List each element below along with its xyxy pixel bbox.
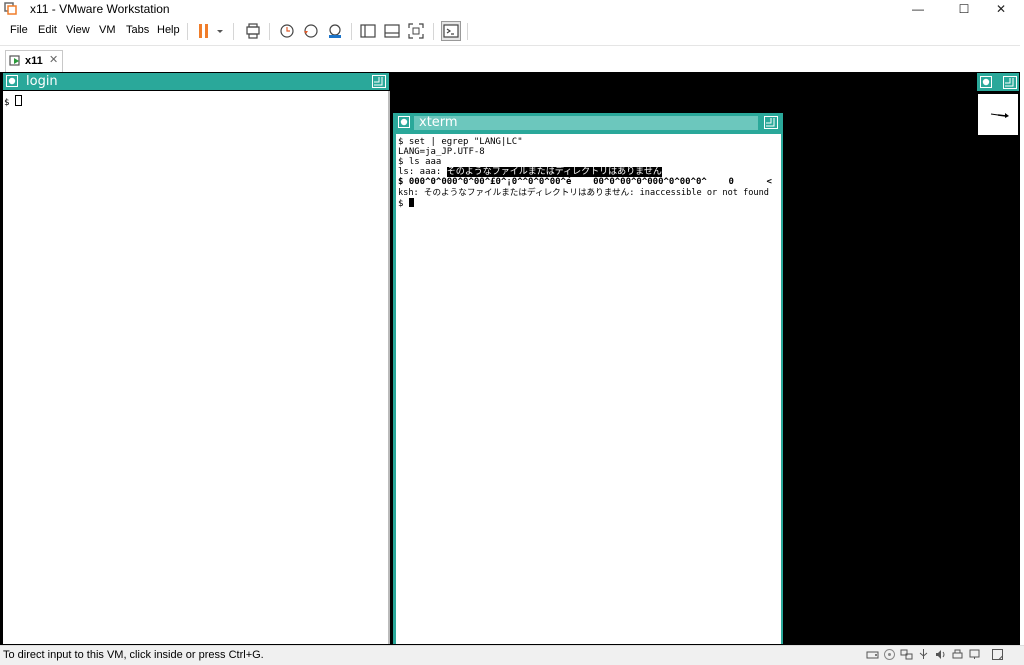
terminal-line: $ 000^0^000^0^00^£0^¡0^^0^0^00^é 00^0^00… [398,177,772,187]
xterm-terminal[interactable] [396,134,781,644]
window-title: x11 - VMware Workstation [30,2,170,16]
snapshot-manager-icon[interactable] [326,22,344,40]
menu-toolbar [0,18,1024,44]
terminal-line-error: ls: aaa: そのようなファイルまたはディレクトリはありません [398,167,662,177]
login-prompt: $ [4,95,22,108]
display-icon[interactable] [968,648,981,661]
tab-label: x11 [25,55,43,67]
tab-strip [0,45,1024,73]
selected-text: そのようなファイルまたはディレクトリはありません [446,167,662,177]
snapshot-icon[interactable] [278,22,296,40]
console-view-icon[interactable] [441,21,461,41]
sound-icon[interactable] [934,648,947,661]
menu-edit[interactable]: Edit [38,24,57,36]
menu-vm[interactable]: VM [99,24,116,36]
login-window-titlebar[interactable] [3,73,389,90]
close-icon[interactable]: ✕ [49,53,58,66]
maximize-icon[interactable] [372,75,386,88]
menu-help[interactable]: Help [157,24,180,36]
vm-tab-icon [9,55,20,66]
toolbar-divider [233,23,234,40]
cd-dvd-icon[interactable] [883,648,896,661]
terminal-cursor [14,95,22,106]
revert-snapshot-icon[interactable] [302,22,320,40]
menu-tabs[interactable]: Tabs [126,24,149,36]
terminal-line: $ set | egrep "LANG|LC" [398,137,523,147]
toolbar-divider [467,23,468,40]
close-button[interactable]: ✕ [978,0,1024,18]
terminal-text: ls: aaa: [398,167,447,177]
terminal-line: LANG=ja_JP.UTF-8 [398,147,485,157]
send-ctrl-alt-del-icon[interactable] [244,22,262,40]
thumbnail-bar-icon[interactable] [383,22,401,40]
toolbar-divider [187,23,188,40]
maximize-icon[interactable] [1003,76,1017,89]
library-icon[interactable] [359,22,377,40]
toolbar-divider [351,23,352,40]
minimize-button[interactable]: — [895,0,941,18]
xterm-titlebar[interactable] [414,116,758,130]
message-log-icon[interactable] [991,648,1004,661]
login-window-title: login [26,74,58,89]
xterm-window-title: xterm [419,115,458,130]
network-adapter-icon[interactable] [900,648,913,661]
window-menu-icon[interactable] [398,116,410,128]
menu-view[interactable]: View [66,24,90,36]
status-message: To direct input to this VM, click inside… [3,649,264,661]
clock-icon [990,113,1009,118]
terminal-line: ksh: そのようなファイルまたはディレクトリはありません: inaccessi… [398,188,769,198]
window-menu-icon[interactable] [6,75,18,87]
login-terminal[interactable] [3,91,390,644]
toolbar-divider [433,23,434,40]
terminal-line: $ [398,198,414,209]
vmware-logo-icon [4,2,17,15]
usb-icon[interactable] [917,648,930,661]
hard-disk-icon[interactable] [866,648,879,661]
maximize-icon[interactable] [764,116,778,129]
toolbar-divider [269,23,270,40]
terminal-line: $ ls aaa [398,157,442,167]
pause-icon[interactable] [196,22,214,40]
fullscreen-icon[interactable] [407,22,425,40]
chevron-down-icon[interactable] [214,22,226,40]
window-menu-icon[interactable] [980,76,992,88]
menu-file[interactable]: File [10,24,28,36]
printer-icon[interactable] [951,648,964,661]
terminal-prompt: $ [398,199,409,209]
vm-edge [1020,45,1024,645]
terminal-cursor [408,198,414,207]
